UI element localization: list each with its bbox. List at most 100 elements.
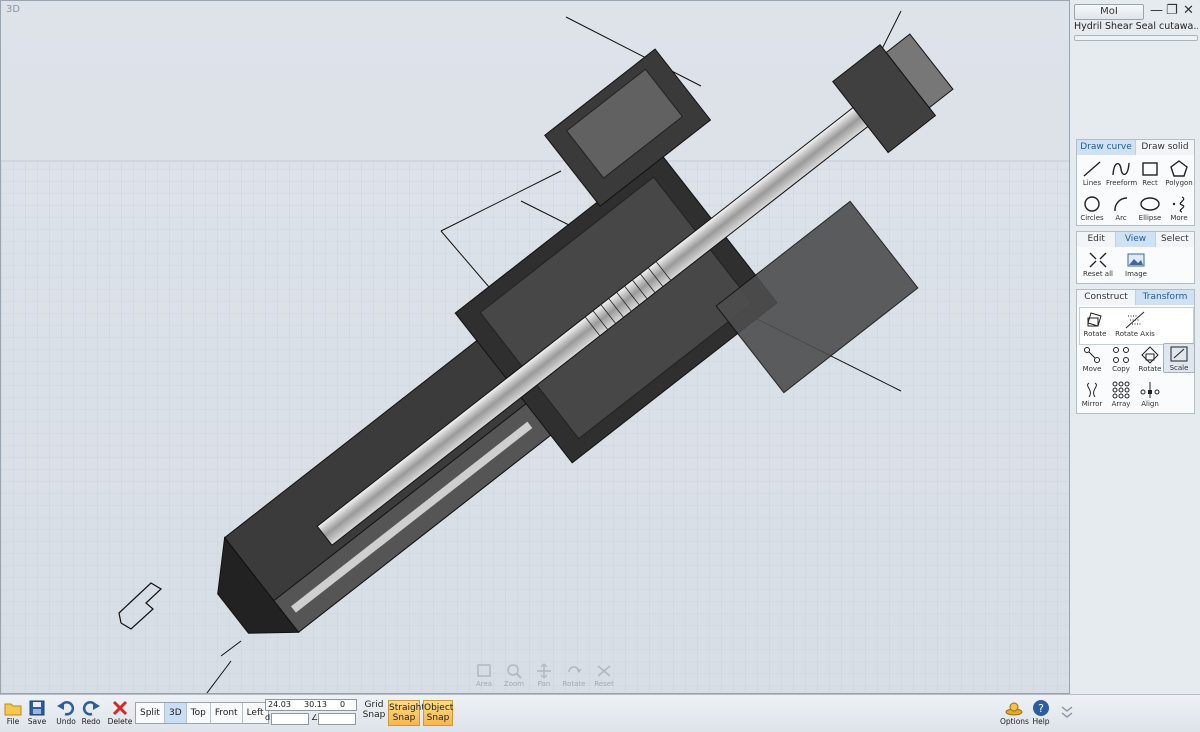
lines-icon (1083, 161, 1101, 177)
coord-z: 0 (340, 700, 346, 709)
circle-icon (1084, 196, 1100, 212)
angle-input[interactable] (318, 713, 356, 725)
coordinate-readout: 24.03 30.13 0 d ∠ (265, 699, 357, 726)
area-zoom-tool[interactable]: Area (471, 663, 497, 688)
object-snap-toggle[interactable]: Object Snap (423, 700, 453, 726)
close-icon[interactable]: ✕ (1183, 3, 1194, 18)
construct-transform-tabs: Construct Transform (1076, 289, 1195, 306)
rotate-view-tool[interactable]: Rotate (561, 663, 587, 688)
help-button[interactable]: ? Help (1028, 699, 1054, 726)
coord-x: 24.03 (268, 700, 291, 709)
file-button[interactable]: File (0, 699, 26, 726)
freeform-icon (1112, 162, 1130, 176)
draw-curve-tools: Lines Freeform Rect Polygon Circles Arc … (1076, 155, 1195, 226)
array-icon (1112, 381, 1130, 399)
viewport-layout-buttons: Split 3D Top Front Left (135, 702, 269, 724)
more-tool[interactable]: More (1164, 194, 1194, 222)
lines-tool[interactable]: Lines (1077, 159, 1107, 187)
image-tool[interactable]: Image (1121, 250, 1151, 278)
view-front-button[interactable]: Front (211, 703, 243, 723)
undo-button[interactable]: Undo (53, 699, 79, 726)
tab-select[interactable]: Select (1156, 232, 1194, 247)
rect-tool[interactable]: Rect (1135, 159, 1165, 187)
coord-y: 30.13 (304, 700, 327, 709)
more-icon (1172, 196, 1185, 213)
polygon-tool[interactable]: Polygon (1164, 159, 1194, 187)
edit-view-select-tabs: Edit View Select (1076, 231, 1195, 248)
rotate-icon (1087, 312, 1102, 327)
arc-icon (1114, 197, 1128, 212)
distance-input[interactable] (271, 713, 309, 725)
view-tools: Reset all Image (1076, 247, 1195, 284)
options-icon (1005, 702, 1023, 716)
reset-all-tool[interactable]: Reset all (1083, 250, 1113, 278)
svg-text:?: ? (1038, 702, 1044, 715)
maximize-icon[interactable]: ❐ (1166, 3, 1178, 18)
freeform-tool[interactable]: Freeform (1106, 159, 1137, 187)
scale-tool[interactable]: Scale (1163, 343, 1195, 373)
viewport-label: 3D (6, 4, 21, 15)
app-menu-button[interactable]: MoI (1074, 4, 1144, 20)
minimize-icon[interactable]: — (1150, 3, 1163, 18)
straight-snap-toggle[interactable]: Straight Snap (388, 700, 425, 726)
polygon-icon (1170, 160, 1188, 177)
rotate-axis-icon (1125, 311, 1145, 329)
delete-icon (112, 700, 128, 716)
rotate-axis-tool[interactable]: Rotate Axis (1114, 310, 1156, 338)
save-button[interactable]: Save (24, 699, 50, 726)
view-top-button[interactable]: Top (187, 703, 211, 723)
help-icon: ? (1033, 700, 1049, 716)
area-icon (477, 664, 491, 677)
align-icon (1140, 382, 1160, 398)
tab-view[interactable]: View (1116, 232, 1156, 247)
xyz-input[interactable]: 24.03 30.13 0 (265, 699, 357, 711)
grid-snap-toggle[interactable]: Grid Snap (361, 700, 387, 720)
circles-tool[interactable]: Circles (1077, 194, 1107, 222)
redo-button[interactable]: Redo (78, 699, 104, 726)
array-tool[interactable]: Array (1106, 380, 1136, 408)
rotate-options: Rotate Rotate Axis (1079, 307, 1194, 345)
floppy-icon (29, 700, 45, 716)
delete-button[interactable]: Delete (107, 699, 133, 726)
redo-icon (82, 701, 100, 716)
align-tool[interactable]: Align (1135, 380, 1165, 408)
ellipse-icon (1140, 197, 1160, 211)
3d-viewport[interactable]: 3D Area Zoom Pan Rotate Reset (0, 0, 1070, 694)
view-split-button[interactable]: Split (136, 703, 165, 723)
rotate-transform-tool[interactable]: Rotate (1135, 345, 1165, 373)
rect-icon (1142, 162, 1158, 176)
reset-view-tool[interactable]: Reset (591, 663, 617, 688)
tab-draw-solid[interactable]: Draw solid (1136, 140, 1194, 155)
options-button[interactable]: Options (1000, 699, 1029, 726)
mirror-tool[interactable]: Mirror (1077, 380, 1107, 408)
undo-icon (57, 701, 75, 716)
pan-icon (537, 663, 551, 679)
view-navigation-tools: Area Zoom Pan Rotate Reset (471, 663, 617, 688)
arc-tool[interactable]: Arc (1106, 194, 1136, 222)
document-name: Hydril Shear Seal cutawa... (1074, 21, 1198, 32)
view-left-button[interactable]: Left (243, 703, 268, 723)
zoom-tool[interactable]: Zoom (501, 663, 527, 688)
tab-draw-curve[interactable]: Draw curve (1077, 140, 1136, 155)
tab-edit[interactable]: Edit (1077, 232, 1117, 247)
scale-icon (1170, 346, 1188, 362)
rotate-tool[interactable]: Rotate (1080, 310, 1110, 338)
chevron-double-down-icon (1061, 706, 1073, 718)
copy-icon (1113, 347, 1129, 363)
image-icon (1127, 253, 1145, 267)
move-tool[interactable]: Move (1077, 345, 1107, 373)
ellipse-tool[interactable]: Ellipse (1135, 194, 1165, 222)
draw-tabs: Draw curve Draw solid (1076, 139, 1195, 156)
view-3d-button[interactable]: 3D (164, 703, 187, 723)
tab-construct[interactable]: Construct (1077, 290, 1136, 305)
pan-tool[interactable]: Pan (531, 663, 557, 688)
bottom-toolbar: File Save Undo Redo Delete Split 3D Top … (0, 694, 1200, 732)
reset-icon (597, 665, 611, 677)
reset-all-icon (1089, 252, 1107, 268)
tab-transform[interactable]: Transform (1136, 290, 1194, 305)
copy-tool[interactable]: Copy (1106, 345, 1136, 373)
distance-label: d (265, 713, 271, 722)
collapse-panel-button[interactable] (1054, 705, 1080, 719)
zoom-icon (507, 664, 522, 679)
transform-tools: Rotate Rotate Axis Move Copy Rotate Scal… (1076, 305, 1195, 414)
